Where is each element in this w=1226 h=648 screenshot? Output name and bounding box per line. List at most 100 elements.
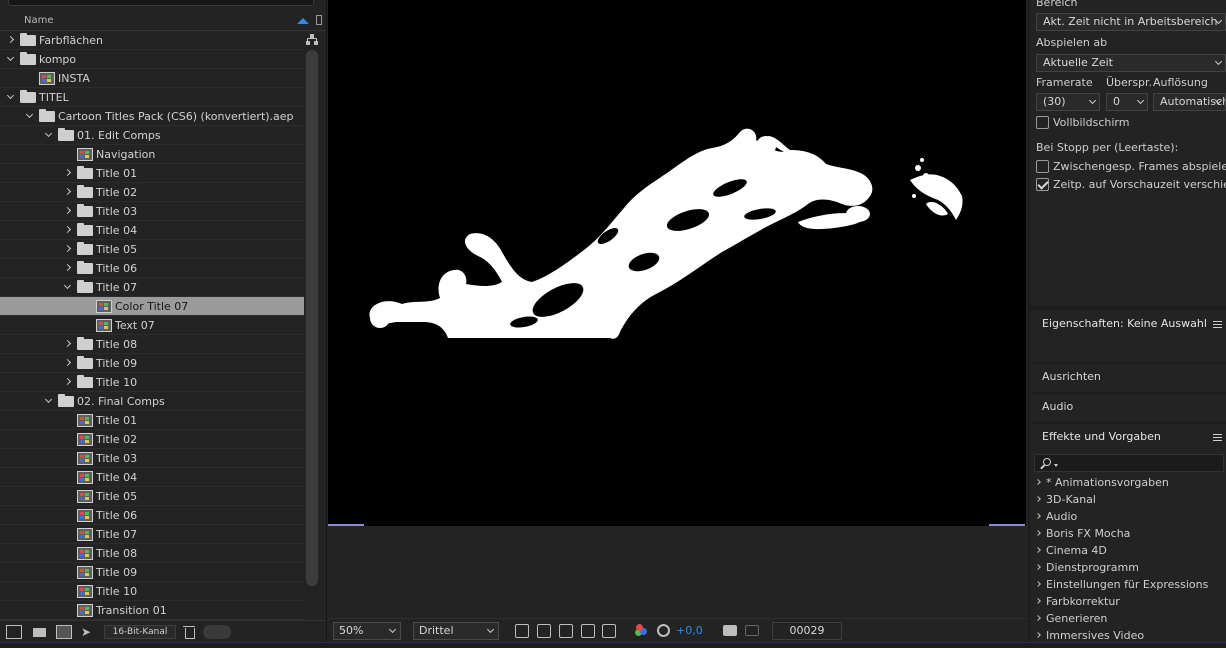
project-search-input[interactable]	[8, 0, 314, 6]
interpret-footage-icon[interactable]	[6, 625, 22, 639]
chevron-down-icon[interactable]	[44, 130, 54, 140]
composition-row[interactable]: Title 01	[0, 411, 304, 430]
snapshot-camera-icon[interactable]	[723, 625, 737, 636]
chevron-down-icon[interactable]	[63, 282, 73, 292]
folder-row[interactable]: kompo	[0, 50, 304, 69]
effects-category[interactable]: Audio	[1034, 509, 1224, 526]
thumbnail-size-slider[interactable]	[203, 625, 231, 639]
effects-title[interactable]: Effekte und Vorgaben	[1042, 430, 1161, 443]
skip-dropdown[interactable]: 0	[1106, 93, 1148, 111]
cached-frames-checkbox[interactable]	[1036, 160, 1049, 173]
properties-title[interactable]: Eigenschaften: Keine Auswahl	[1042, 317, 1207, 330]
render-queue-icon[interactable]: ➤	[81, 625, 97, 639]
mask-visibility-icon[interactable]	[559, 624, 573, 638]
chevron-right-icon[interactable]	[1035, 479, 1041, 485]
folder-row[interactable]: Title 08	[0, 335, 304, 354]
folder-row[interactable]: Farbflächen	[0, 31, 304, 50]
chevron-right-icon[interactable]	[63, 377, 73, 387]
chevron-right-icon[interactable]	[63, 244, 73, 254]
effects-category[interactable]: Einstellungen für Expressions	[1034, 577, 1224, 594]
composition-row[interactable]: Title 06	[0, 506, 304, 525]
composition-row[interactable]: Title 02	[0, 430, 304, 449]
framerate-dropdown[interactable]: (30)	[1036, 93, 1100, 111]
chevron-right-icon[interactable]	[6, 35, 16, 45]
composition-row[interactable]: Title 04	[0, 468, 304, 487]
folder-row[interactable]: Title 06	[0, 259, 304, 278]
chevron-down-icon[interactable]	[44, 396, 54, 406]
folder-row[interactable]: Title 04	[0, 221, 304, 240]
chevron-right-icon[interactable]	[1035, 496, 1041, 502]
chevron-right-icon[interactable]	[1035, 564, 1041, 570]
flowchart-icon[interactable]	[306, 34, 318, 46]
chevron-right-icon[interactable]	[63, 168, 73, 178]
chevron-down-icon[interactable]	[6, 54, 16, 64]
zoom-dropdown[interactable]: 50%	[333, 622, 401, 640]
name-column-label[interactable]: Name	[24, 15, 54, 26]
range-dropdown[interactable]: Akt. Zeit nicht in Arbeitsbereich	[1036, 13, 1226, 31]
search-options-caret-icon[interactable]	[1054, 464, 1058, 467]
grid-guides-icon[interactable]	[602, 624, 616, 638]
composition-row[interactable]: Title 07	[0, 525, 304, 544]
reset-exposure-icon[interactable]	[657, 624, 670, 637]
effects-category[interactable]: Dienstprogramm	[1034, 560, 1224, 577]
folder-row[interactable]: TITEL	[0, 88, 304, 107]
transparency-grid-icon[interactable]	[537, 624, 551, 638]
composition-canvas[interactable]	[328, 0, 1026, 526]
folder-row[interactable]: Title 02	[0, 183, 304, 202]
folder-row[interactable]: Title 09	[0, 354, 304, 373]
chevron-right-icon[interactable]	[1035, 530, 1041, 536]
folder-row[interactable]: Title 05	[0, 240, 304, 259]
show-snapshot-icon[interactable]	[745, 625, 759, 636]
effects-category[interactable]: * Animationsvorgaben	[1034, 475, 1224, 492]
fast-previews-icon[interactable]	[515, 624, 529, 638]
move-time-checkbox[interactable]	[1036, 178, 1049, 191]
chevron-right-icon[interactable]	[1035, 632, 1041, 638]
chevron-down-icon[interactable]	[25, 111, 35, 121]
effects-category[interactable]: 3D-Kanal	[1034, 492, 1224, 509]
region-of-interest-icon[interactable]	[581, 624, 595, 638]
chevron-right-icon[interactable]	[1035, 513, 1041, 519]
folder-row[interactable]: Title 03	[0, 202, 304, 221]
color-channels-icon[interactable]	[634, 624, 648, 638]
chevron-right-icon[interactable]	[63, 358, 73, 368]
chevron-right-icon[interactable]	[1035, 547, 1041, 553]
chevron-right-icon[interactable]	[1035, 581, 1041, 587]
composition-row[interactable]: Navigation	[0, 145, 304, 164]
resolution-dropdown[interactable]: Drittel	[413, 622, 499, 640]
folder-row[interactable]: Title 07	[0, 278, 304, 297]
sort-ascending-icon[interactable]	[297, 18, 309, 24]
fullscreen-checkbox[interactable]	[1036, 116, 1049, 129]
composition-row[interactable]: Text 07	[0, 316, 304, 335]
effects-category[interactable]: Generieren	[1034, 611, 1224, 628]
folder-row[interactable]: Title 01	[0, 164, 304, 183]
preview-resolution-dropdown[interactable]: Automatisch	[1153, 93, 1226, 111]
effects-category[interactable]: Farbkorrektur	[1034, 594, 1224, 611]
chevron-right-icon[interactable]	[63, 339, 73, 349]
align-title[interactable]: Ausrichten	[1042, 370, 1101, 383]
panel-menu-icon[interactable]	[1213, 321, 1222, 328]
trash-icon[interactable]	[182, 625, 198, 639]
folder-row[interactable]: Title 10	[0, 373, 304, 392]
exposure-value[interactable]: +0,0	[676, 624, 703, 637]
new-composition-icon[interactable]	[56, 625, 72, 639]
folder-row[interactable]: 01. Edit Comps	[0, 126, 304, 145]
composition-row[interactable]: Title 05	[0, 487, 304, 506]
chevron-right-icon[interactable]	[63, 206, 73, 216]
current-time-display[interactable]: 00029	[772, 622, 842, 640]
panel-menu-icon[interactable]	[1213, 434, 1222, 441]
composition-row[interactable]: Title 08	[0, 544, 304, 563]
chevron-right-icon[interactable]	[1035, 598, 1041, 604]
folder-row[interactable]: 02. Final Comps	[0, 392, 304, 411]
composition-row[interactable]: Title 03	[0, 449, 304, 468]
chevron-right-icon[interactable]	[63, 187, 73, 197]
composition-row[interactable]: Title 10	[0, 582, 304, 601]
composition-row[interactable]: Color Title 07	[0, 297, 304, 316]
chevron-down-icon[interactable]	[6, 92, 16, 102]
new-folder-icon[interactable]	[32, 625, 48, 639]
play-from-dropdown[interactable]: Aktuelle Zeit	[1036, 54, 1226, 72]
audio-title[interactable]: Audio	[1042, 400, 1073, 413]
composition-row[interactable]: Title 09	[0, 563, 304, 582]
composition-row[interactable]: INSTA	[0, 69, 304, 88]
project-scrollbar[interactable]	[306, 50, 318, 586]
bit-depth-button[interactable]: 16-Bit-Kanal	[104, 625, 176, 639]
